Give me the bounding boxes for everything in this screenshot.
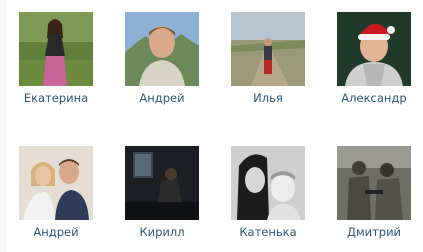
friend-card-andrey-1[interactable]: Андрей <box>112 12 212 112</box>
woman-child-bw-photo <box>231 146 305 220</box>
friend-photo[interactable] <box>125 12 199 86</box>
friend-card-kirill[interactable]: Кирилл <box>112 146 212 246</box>
friend-name[interactable]: Александр <box>324 91 423 105</box>
friend-name[interactable]: Андрей <box>112 91 212 105</box>
friend-photo[interactable] <box>19 146 93 220</box>
dark-interior-photo <box>125 146 199 220</box>
friend-name[interactable]: Катенька <box>218 225 318 239</box>
friend-name[interactable]: Илья <box>218 91 318 105</box>
friend-name[interactable]: Андрей <box>6 225 106 239</box>
man-portrait-mountains-photo <box>125 12 199 86</box>
friend-card-aleksandr[interactable]: Александр <box>324 12 423 112</box>
couple-selfie-photo <box>19 146 93 220</box>
woman-dress-outdoor-photo <box>19 12 93 86</box>
friend-card-katenka[interactable]: Катенька <box>218 146 318 246</box>
friend-name[interactable]: Кирилл <box>112 225 212 239</box>
man-santa-hat-photo <box>337 12 411 86</box>
friend-name[interactable]: Екатерина <box>6 91 106 105</box>
friend-card-ekaterina[interactable]: Екатерина <box>6 12 106 112</box>
friend-photo[interactable] <box>125 146 199 220</box>
friend-name[interactable]: Дмитрий <box>324 225 423 239</box>
friend-card-dmitriy[interactable]: Дмитрий <box>324 146 423 246</box>
friend-card-ilya[interactable]: Илья <box>218 12 318 112</box>
person-walking-path-photo <box>231 12 305 86</box>
friend-photo[interactable] <box>337 146 411 220</box>
friend-photo[interactable] <box>231 146 305 220</box>
friend-photo[interactable] <box>337 12 411 86</box>
friend-card-andrey-2[interactable]: Андрей <box>6 146 106 246</box>
friend-photo[interactable] <box>19 12 93 86</box>
friends-grid: Екатерина Андрей Илья Александр Андрей К… <box>0 0 423 252</box>
soldiers-group-photo <box>337 146 411 220</box>
friend-photo[interactable] <box>231 12 305 86</box>
